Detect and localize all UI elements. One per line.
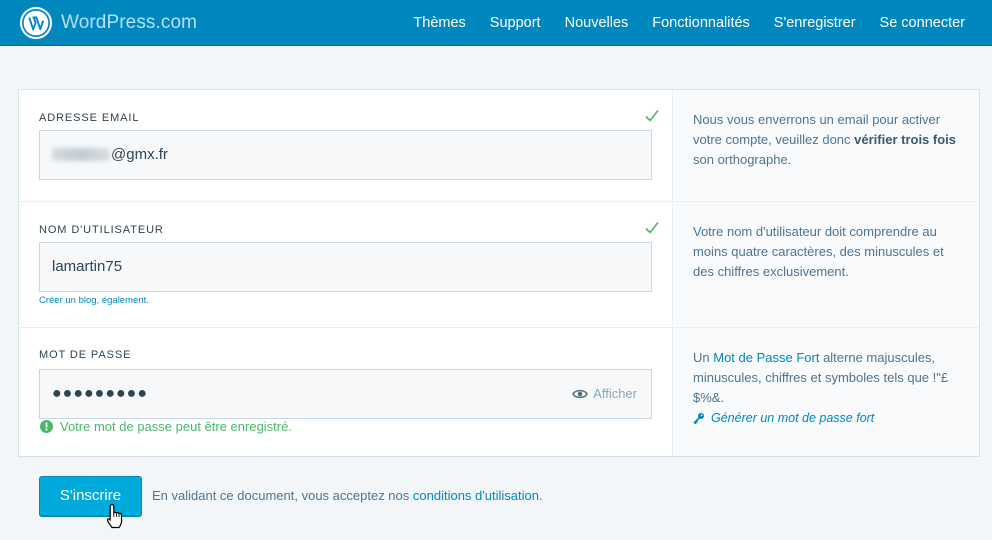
password-help: Un Mot de Passe Fort alterne majuscules,…: [672, 328, 979, 456]
username-help: Votre nom d'utilisateur doit comprendre …: [672, 202, 979, 327]
hand-pointer-icon: [106, 503, 123, 529]
nav-login[interactable]: Se connecter: [868, 0, 977, 46]
nav-features[interactable]: Fonctionnalités: [640, 0, 762, 46]
eye-icon: [572, 389, 589, 399]
brand[interactable]: WordPress.com: [20, 7, 197, 39]
main-nav: Thèmes Support Nouvelles Fonctionnalités…: [401, 0, 977, 46]
terms-text: En validant ce document, vous acceptez n…: [152, 488, 413, 503]
nav-signup[interactable]: S'enregistrer: [762, 0, 868, 46]
masthead: WordPress.com Thèmes Support Nouvelles F…: [0, 0, 992, 46]
create-blog-link[interactable]: Créer un blog, également.: [39, 295, 149, 306]
password-help-text: Un Mot de Passe Fort alterne majuscules,…: [693, 348, 959, 408]
nav-themes[interactable]: Thèmes: [401, 0, 477, 46]
username-field-container: NOM D'UTILISATEUR lamartin75 Créer un bl…: [19, 202, 672, 327]
email-field-container: ADRESSE EMAIL @gmx.fr: [19, 90, 672, 201]
email-input[interactable]: @gmx.fr: [39, 130, 652, 180]
checkmark-icon: [645, 222, 659, 234]
password-status-text: Votre mot de passe peut être enregistré.: [60, 419, 292, 434]
username-row: NOM D'UTILISATEUR lamartin75 Créer un bl…: [19, 202, 979, 328]
email-help-bold: vérifier trois fois: [854, 132, 957, 147]
generate-password-link[interactable]: Générer un mot de passe fort: [693, 408, 959, 428]
show-password-button[interactable]: Afficher: [572, 370, 637, 418]
generate-password-label: Générer un mot de passe fort: [711, 411, 875, 425]
username-input[interactable]: lamartin75: [39, 242, 652, 292]
email-row: ADRESSE EMAIL @gmx.fr Nous vous enverron…: [19, 90, 979, 202]
key-icon: [693, 413, 704, 424]
email-help-text-end: son orthographe.: [693, 152, 792, 167]
terms-text-end: .: [538, 488, 543, 503]
password-status: Votre mot de passe peut être enregistré.: [40, 419, 292, 434]
show-password-label: Afficher: [593, 386, 637, 401]
nav-news[interactable]: Nouvelles: [553, 0, 641, 46]
password-row: MOT DE PASSE ●●●●●●●●● Afficher Votre mo…: [19, 328, 979, 456]
strong-password-link[interactable]: Mot de Passe Fort: [713, 350, 819, 365]
password-mask: ●●●●●●●●●: [52, 385, 148, 402]
email-redacted-part: [52, 147, 110, 161]
password-help-prefix: Un: [693, 350, 714, 365]
password-input[interactable]: ●●●●●●●●● Afficher: [39, 369, 652, 419]
password-field-container: MOT DE PASSE ●●●●●●●●● Afficher Votre mo…: [19, 328, 672, 456]
nav-support[interactable]: Support: [478, 0, 553, 46]
password-label: MOT DE PASSE: [39, 349, 132, 361]
email-help: Nous vous enverrons un email pour active…: [672, 90, 979, 201]
email-label: ADRESSE EMAIL: [39, 112, 140, 124]
brand-name: WordPress.com: [61, 12, 198, 33]
signup-form-card: ADRESSE EMAIL @gmx.fr Nous vous enverron…: [19, 90, 979, 456]
checkmark-icon: [645, 110, 659, 122]
terms-link[interactable]: conditions d'utilisation: [413, 488, 539, 503]
signup-button[interactable]: S'inscrire: [39, 476, 142, 517]
wordpress-logo-icon: [20, 7, 52, 39]
exclamation-circle-icon: [40, 420, 53, 433]
terms-notice: En validant ce document, vous acceptez n…: [152, 488, 543, 503]
email-value: @gmx.fr: [111, 146, 168, 163]
username-label: NOM D'UTILISATEUR: [39, 224, 164, 236]
